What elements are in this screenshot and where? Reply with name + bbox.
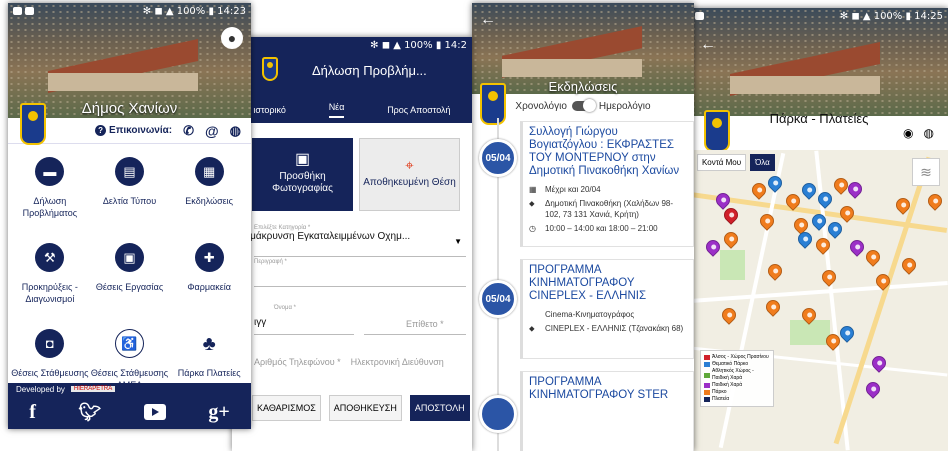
description-field[interactable]: Περιγραφή * [254,259,466,287]
email-field[interactable]: Ηλεκτρονική Διεύθυνση [351,357,444,367]
parks-hero-image: ✻ ◼ ▲ 100% ▮ 14:25 ← [690,8,948,116]
tab-to-send[interactable]: Προς Αποστολή [387,105,450,115]
city-title: Δήμος Χανίων [81,100,178,117]
car-icon: ◘ [35,329,65,358]
globe-icon[interactable]: ◍ [230,123,241,139]
my-location-icon[interactable]: ◉ [903,126,913,140]
category-value: απομάκρυνση Εγκαταλειμμένων Οχημ... [232,231,411,242]
category-select[interactable]: Επιλέξτε Κατηγορία * απομάκρυνση Εγκαταλ… [232,225,466,257]
contact-label: Επικοινωνία: [109,125,173,136]
tab-history[interactable]: ιστορικό [253,105,286,115]
form-actions: ΚΑΘΑΡΙΣΜΟΣ ΑΠΟΘΗΚΕΥΣΗ ΑΠΟΣΤΟΛΗ [252,395,470,421]
saved-location-button[interactable]: ⌖ Αποθηκευμένη Θέση [359,138,460,211]
back-arrow-icon[interactable]: ← [480,11,496,29]
dropdown-arrow-icon: ▼ [454,237,462,246]
email-icon[interactable]: @ [205,123,219,139]
back-arrow-icon[interactable]: ← [700,36,716,54]
map-pin-icon: ⌖ [405,157,414,174]
gavel-icon: ⚒ [35,243,65,272]
event-card[interactable]: Συλλογή Γιώργου Βογιατζόγλου : ΕΚΦΡΑΣΤΕΣ… [520,121,694,247]
page-title: Δήλωση Προβλήμ... [312,63,427,78]
save-button[interactable]: ΑΠΟΘΗΚΕΥΣΗ [328,395,402,421]
tile-report-problem[interactable]: ▬ Δήλωση Προβλήματος [10,157,90,235]
photo-icon: ▣ [294,151,311,168]
status-bar: ✻ ◼ ▲ 100% ▮ 14:25 [690,8,948,24]
first-name-field[interactable]: Όνομα * ιγγ [254,305,354,335]
event-date-badge [479,395,517,433]
event-card[interactable]: ΠΡΟΓΡΑΜΜΑ ΚΙΝΗΜΑΤΟΓΡΑΦΟΥ STER [520,371,694,451]
parks-map-screen: ✻ ◼ ▲ 100% ▮ 14:25 ← Πάρκα - Πλατείες ◉ … [690,8,948,451]
tab-bar: ιστορικό Νέα Προς Αποστολή [232,97,472,123]
municipality-logo [262,57,278,81]
youtube-icon[interactable] [143,404,166,420]
send-button[interactable]: ΑΠΟΣΤΟΛΗ [409,395,470,421]
location-icon: ⬥ [529,199,535,208]
twitter-icon[interactable]: 🐦︎ [78,402,101,423]
calendar-icon: ▦ [194,157,224,186]
clipboard-icon: ▤ [114,157,144,186]
briefcase-icon: ▣ [114,243,144,272]
developer-logo: HIERAPETRA [70,386,116,392]
event-date-badge: 05/04 [479,280,517,318]
home-screen: ✻ ◼ ▲ 100% ▮ 14:23 ● Δήμος Χανίων ? Επικ… [8,3,251,429]
facebook-icon[interactable]: f [29,401,36,424]
globe-icon[interactable]: ◍ [924,126,934,140]
report-problem-screen: ✻ ◼ ▲ 100% ▮ 14:2 Δήλωση Προβλήμ... ιστο… [232,37,472,451]
calendar-icon: ▦ [529,185,537,194]
phone-icon[interactable]: ✆ [183,123,194,139]
google-plus-icon[interactable]: g+ [208,401,229,424]
phone-field[interactable]: Αριθμός Τηλεφώνου * [254,357,341,367]
profile-icon[interactable]: ● [221,27,243,49]
app-bar: ✻ ◼ ▲ 100% ▮ 14:2 Δήλωση Προβλήμ... [232,37,472,97]
tab-new[interactable]: Νέα [328,102,345,118]
event-date-badge: 05/04 [479,139,517,177]
filter-near-me[interactable]: Κοντά Μου [697,154,747,171]
layers-icon[interactable]: ≋ [912,158,940,186]
page-title: Πάρκα - Πλατείες [769,111,869,126]
social-bar: f 🐦︎ g+ [8,395,251,429]
help-icon: ? [95,125,107,136]
last-name-field[interactable]: Επίθετο * [364,305,466,335]
events-screen: ← Εκδηλώσεις Χρονολόγιο Ημερολόγιο Συλλο… [472,3,694,451]
tile-events[interactable]: ▦ Εκδηλώσεις [169,157,249,235]
toggle-switch[interactable] [571,99,596,112]
page-title: Εκδηλώσεις [548,79,618,94]
tile-press-releases[interactable]: ▤ Δελτία Τύπου [90,157,170,235]
status-bar: ✻ ◼ ▲ 100% ▮ 14:2 [232,37,472,53]
location-icon: ⬥ [529,324,535,333]
clear-button[interactable]: ΚΑΘΑΡΙΣΜΟΣ [252,395,321,421]
chat-icon: ▬ [35,157,65,186]
status-bar: ✻ ◼ ▲ 100% ▮ 14:23 [8,3,251,19]
wheelchair-icon: ♿ [114,329,144,358]
map-legend: Άλσος - Χώρος Πρασίνου Θεματικό Πάρκο Αθ… [700,350,774,407]
filter-all[interactable]: Όλα [750,154,775,171]
tree-icon: ♣ [194,329,224,358]
tile-jobs[interactable]: ▣ Θέσεις Εργασίας [90,243,170,321]
developer-bar: Developed by HIERAPETRA [8,383,251,395]
medical-kit-icon: ✚ [194,243,224,272]
event-card[interactable]: ΠΡΟΓΡΑΜΜΑ ΚΙΝΗΜΑΤΟΓΡΑΦΟΥ CINEPLEX - ΕΛΛΗ… [520,259,694,359]
tile-tenders[interactable]: ⚒ Προκηρύξεις - Διαγωνισμοί [10,243,90,321]
menu-grid: ▬ Δήλωση Προβλήματος ▤ Δελτία Τύπου ▦ Εκδηλ… [8,144,251,407]
add-photo-button[interactable]: ▣ Προσθήκη Φωτογραφίας [252,138,353,211]
tile-pharmacies[interactable]: ✚ Φαρμακεία [169,243,249,321]
clock-icon: ◷ [529,224,536,233]
